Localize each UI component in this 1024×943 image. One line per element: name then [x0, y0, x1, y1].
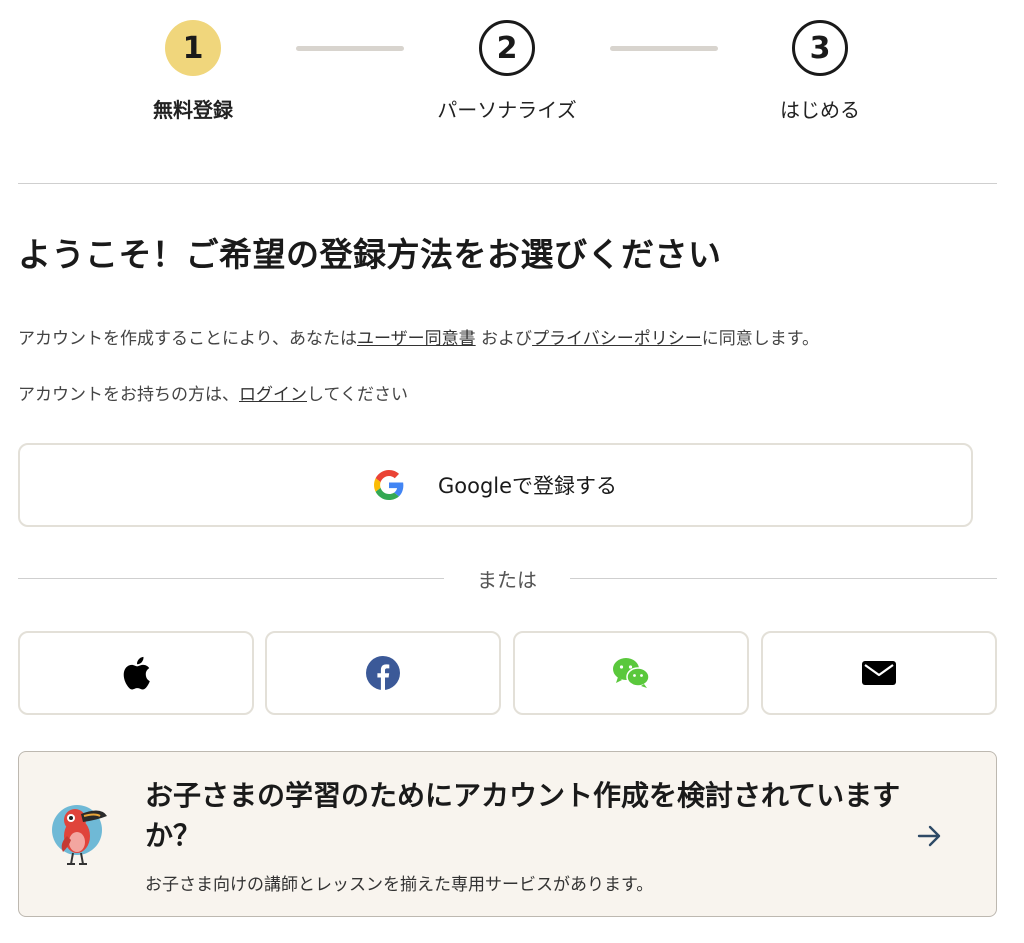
kids-account-banner[interactable]: お子さまの学習のためにアカウント作成を検討されていますか？ お子さま向けの講師と…	[18, 751, 997, 917]
facebook-icon	[366, 656, 400, 690]
google-signup-button[interactable]: Googleで登録する	[18, 443, 973, 527]
step-3-label: はじめる	[780, 98, 860, 122]
terms-middle: および	[475, 329, 533, 349]
wechat-icon	[613, 658, 650, 688]
user-agreement-link[interactable]: ユーザー同意書	[357, 329, 476, 349]
bird-mascot-icon	[52, 805, 107, 865]
apple-icon	[123, 656, 150, 690]
step-1-label: 無料登録	[153, 98, 233, 122]
step-2-label: パーソナライズ	[437, 98, 577, 122]
terms-text: アカウントを作成することにより、あなたはユーザー同意書 およびプライバシーポリシ…	[18, 324, 819, 349]
kids-banner-title: お子さまの学習のためにアカウント作成を検討されていますか？	[145, 779, 901, 852]
wechat-signup-button[interactable]	[513, 631, 749, 715]
signup-page: 1 無料登録 2 パーソナライズ 3 はじめる ようこそ！ご希望の登録方法をお選…	[0, 0, 1024, 943]
google-icon	[373, 470, 404, 500]
login-link[interactable]: ログイン	[239, 385, 307, 405]
facebook-signup-button[interactable]	[265, 631, 501, 715]
step-1: 1 無料登録	[93, 20, 293, 123]
google-signup-label: Googleで登録する	[437, 474, 618, 498]
separator-text: または	[477, 568, 537, 592]
login-suffix: してください	[307, 385, 408, 405]
step-connector-1	[296, 46, 404, 51]
step-1-number: 1	[165, 20, 221, 76]
login-prefix: アカウントをお持ちの方は、	[18, 385, 239, 405]
terms-suffix: に同意します。	[701, 329, 820, 349]
step-2: 2 パーソナライズ	[407, 20, 607, 123]
kids-banner-subtitle: お子さま向けの講師とレッスンを揃えた専用サービスがあります。	[145, 875, 654, 895]
privacy-policy-link[interactable]: プライバシーポリシー	[532, 329, 702, 349]
separator-line-left	[18, 578, 444, 579]
header-divider	[18, 183, 997, 184]
step-3-number: 3	[792, 20, 848, 76]
login-text: アカウントをお持ちの方は、ログインしてください	[18, 380, 408, 405]
step-3: 3 はじめる	[720, 20, 920, 123]
step-2-number: 2	[479, 20, 535, 76]
page-title: ようこそ！ご希望の登録方法をお選びください	[18, 235, 722, 274]
apple-signup-button[interactable]	[18, 631, 254, 715]
mail-icon	[862, 661, 896, 685]
terms-prefix: アカウントを作成することにより、あなたは	[18, 329, 357, 349]
or-separator: または	[18, 563, 997, 593]
separator-line-right	[570, 578, 997, 579]
email-signup-button[interactable]	[761, 631, 997, 715]
arrow-right-icon	[917, 825, 941, 847]
step-connector-2	[610, 46, 718, 51]
